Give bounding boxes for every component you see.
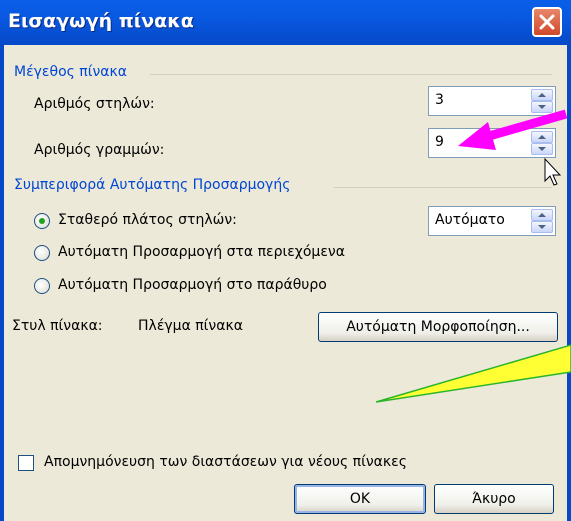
mouse-cursor-icon <box>544 157 562 186</box>
pink-arrow-icon <box>458 122 496 150</box>
pink-arrow-shaft <box>480 109 568 143</box>
annotation-overlay <box>375 109 571 403</box>
callout-pointer <box>375 344 571 403</box>
